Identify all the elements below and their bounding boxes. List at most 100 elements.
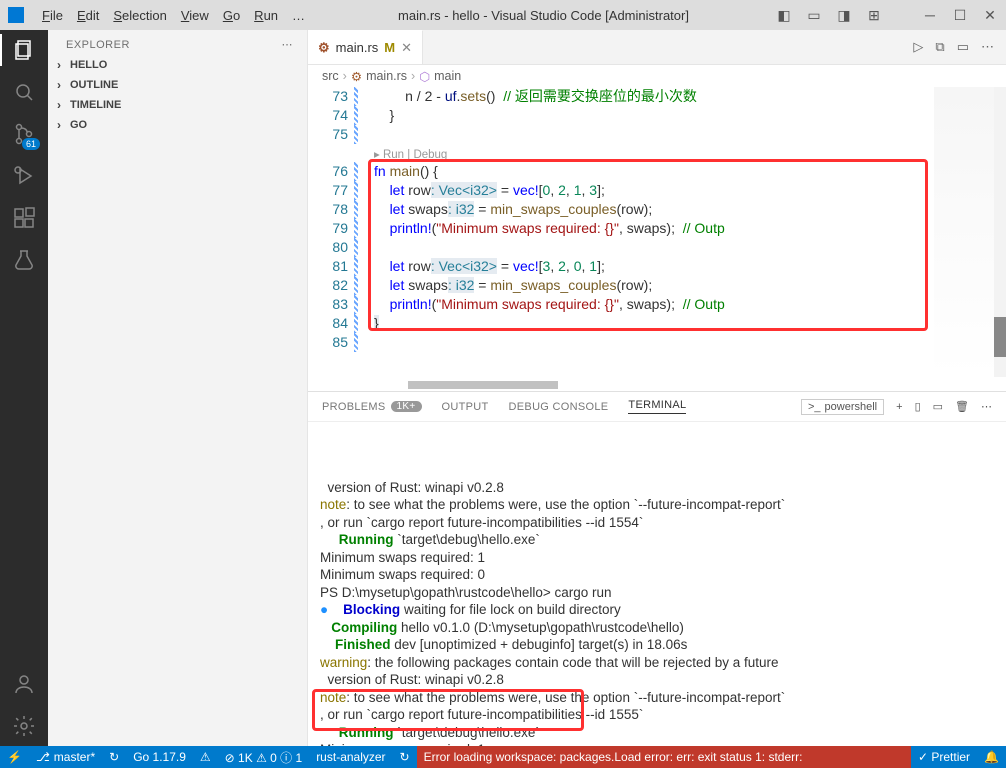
terminal-line: version of Rust: winapi v0.2.8 [320, 671, 998, 689]
layout-sidebar-right-icon[interactable]: ◨ [836, 7, 852, 24]
status-sync-icon[interactable]: ↻ [102, 746, 126, 768]
layout-panel-icon[interactable]: ▭ [806, 7, 822, 24]
code-line: 85 [308, 333, 934, 352]
sidebar-section-outline[interactable]: ›OUTLINE [48, 75, 307, 95]
code-line: 78 let swaps: i32 = min_swaps_couples(ro… [308, 200, 934, 219]
window-maximize-icon[interactable]: ☐ [952, 7, 968, 24]
code-line: 82 let swaps: i32 = min_swaps_couples(ro… [308, 276, 934, 295]
terminal-shell-selector[interactable]: >_powershell [801, 399, 884, 415]
activity-extensions-icon[interactable] [12, 206, 36, 230]
terminal-body[interactable]: version of Rust: winapi v0.2.8note: to s… [308, 422, 1006, 746]
terminal-split-icon[interactable]: ▯ [915, 400, 921, 413]
titlebar: File Edit Selection View Go Run … main.r… [0, 0, 1006, 30]
terminal-new-icon[interactable]: + [896, 401, 902, 413]
editor-scrollbar-vertical[interactable] [994, 87, 1006, 377]
scm-badge: 61 [22, 138, 40, 150]
terminal-line: , or run `cargo report future-incompatib… [320, 514, 998, 532]
status-rust-refresh-icon[interactable]: ↻ [393, 746, 417, 768]
window-minimize-icon[interactable]: ─ [922, 7, 938, 23]
explorer-more-icon[interactable]: ⋯ [282, 38, 294, 51]
terminal-more-icon[interactable]: ⋯ [981, 400, 992, 413]
status-error-message[interactable]: Error loading workspace: packages.Load e… [417, 746, 911, 768]
editor-more-icon[interactable]: ⋯ [981, 39, 994, 55]
status-branch[interactable]: ⎇ master* [29, 746, 102, 768]
code-editor[interactable]: ▸ Run | Debug 73 n / 2 - uf.sets() // 返回… [308, 87, 1006, 391]
terminal-line: Running `target\debug\hello.exe` [320, 531, 998, 549]
tab-bar: ⚙ main.rs M ✕ ▷ ⧉ ▭ ⋯ [308, 30, 1006, 65]
status-rust-analyzer[interactable]: rust-analyzer [309, 746, 392, 768]
activity-testing-icon[interactable] [12, 248, 36, 272]
status-prettier[interactable]: ✓ Prettier [911, 746, 977, 768]
window-close-icon[interactable]: ✕ [982, 7, 998, 24]
tab-main-rs[interactable]: ⚙ main.rs M ✕ [308, 30, 423, 64]
menu-bar: File Edit Selection View Go Run … [36, 6, 311, 25]
layout-sidebar-left-icon[interactable]: ◧ [776, 7, 792, 24]
breadcrumb[interactable]: src› ⚙main.rs› ⬡main [308, 65, 1006, 87]
vscode-icon [8, 7, 24, 23]
code-line: 83 println!("Minimum swaps required: {}"… [308, 295, 934, 314]
activity-bar: 61 [0, 30, 48, 746]
run-icon[interactable]: ▷ [913, 39, 923, 55]
terminal-line: warning: the following packages contain … [320, 654, 998, 672]
terminal-line: Minimum swaps required: 0 [320, 566, 998, 584]
layout-customize-icon[interactable]: ⊞ [866, 7, 882, 24]
terminal-line: ● Blocking waiting for file lock on buil… [320, 601, 998, 619]
activity-source-control-icon[interactable]: 61 [12, 122, 36, 146]
diff-icon[interactable]: ⧉ [935, 39, 944, 55]
activity-explorer-icon[interactable] [12, 38, 36, 62]
minimap[interactable] [934, 87, 994, 377]
tab-close-icon[interactable]: ✕ [401, 40, 412, 56]
panel-tab-terminal[interactable]: TERMINAL [628, 399, 686, 414]
terminal-line: Running `target\debug\hello.exe` [320, 724, 998, 742]
code-line: 79 println!("Minimum swaps required: {}"… [308, 219, 934, 238]
code-line: 73 n / 2 - uf.sets() // 返回需要交换座位的最小次数 [308, 87, 934, 106]
activity-settings-icon[interactable] [12, 714, 36, 738]
menu-go[interactable]: Go [217, 6, 246, 25]
code-line: 84} [308, 314, 934, 333]
status-go-version[interactable]: Go 1.17.9 [126, 746, 193, 768]
menu-more[interactable]: … [286, 6, 311, 25]
code-line: 75 [308, 125, 934, 144]
terminal-maximize-icon[interactable]: ▭ [933, 400, 943, 413]
status-go-warn-icon[interactable]: ⚠ [193, 746, 218, 768]
terminal-line: note: to see what the problems were, use… [320, 689, 998, 707]
code-line: 81 let row: Vec<i32> = vec![3, 2, 0, 1]; [308, 257, 934, 276]
activity-search-icon[interactable] [12, 80, 36, 104]
code-line: 77 let row: Vec<i32> = vec![0, 2, 1, 3]; [308, 181, 934, 200]
panel-tab-output[interactable]: OUTPUT [442, 401, 489, 413]
split-editor-icon[interactable]: ▭ [957, 39, 969, 55]
terminal-line: note: to see what the problems were, use… [320, 496, 998, 514]
panel-tab-problems[interactable]: PROBLEMS1K+ [322, 401, 422, 413]
explorer-sidebar: EXPLORER ⋯ ›HELLO ›OUTLINE ›TIMELINE ›GO [48, 30, 308, 746]
menu-edit[interactable]: Edit [71, 6, 105, 25]
terminal-line: Minimum swaps required: 1 [320, 549, 998, 567]
menu-selection[interactable]: Selection [107, 6, 172, 25]
terminal-line: Compiling hello v0.1.0 (D:\mysetup\gopat… [320, 619, 998, 637]
codelens-run-debug[interactable]: ▸ Run | Debug [374, 147, 447, 161]
terminal-line: , or run `cargo report future-incompatib… [320, 706, 998, 724]
status-notifications-icon[interactable]: 🔔 [977, 746, 1006, 768]
menu-file[interactable]: File [36, 6, 69, 25]
activity-debug-icon[interactable] [12, 164, 36, 188]
editor-scrollbar-horizontal[interactable] [368, 381, 934, 389]
status-problems[interactable]: ⊘ 1K ⚠ 0 ⓘ 1 [218, 746, 310, 768]
sidebar-section-hello[interactable]: ›HELLO [48, 55, 307, 75]
menu-run[interactable]: Run [248, 6, 284, 25]
window-title: main.rs - hello - Visual Studio Code [Ad… [311, 8, 776, 23]
explorer-title: EXPLORER [66, 39, 130, 51]
code-line: 80 [308, 238, 934, 257]
panel-tabs: PROBLEMS1K+ OUTPUT DEBUG CONSOLE TERMINA… [308, 392, 1006, 422]
activity-account-icon[interactable] [12, 672, 36, 696]
code-line: 74 } [308, 106, 934, 125]
terminal-kill-icon[interactable]: 🗑 [955, 400, 969, 413]
sidebar-section-go[interactable]: ›GO [48, 115, 307, 135]
terminal-line: Finished dev [unoptimized + debuginfo] t… [320, 636, 998, 654]
status-remote-icon[interactable]: ⚡ [0, 746, 29, 768]
menu-view[interactable]: View [175, 6, 215, 25]
terminal-line: version of Rust: winapi v0.2.8 [320, 479, 998, 497]
terminal-line: Minimum swaps required: 1 [320, 741, 998, 746]
problems-count-badge: 1K+ [391, 401, 422, 412]
panel-tab-debug-console[interactable]: DEBUG CONSOLE [509, 401, 609, 413]
sidebar-section-timeline[interactable]: ›TIMELINE [48, 95, 307, 115]
tab-modified-badge: M [384, 40, 395, 55]
